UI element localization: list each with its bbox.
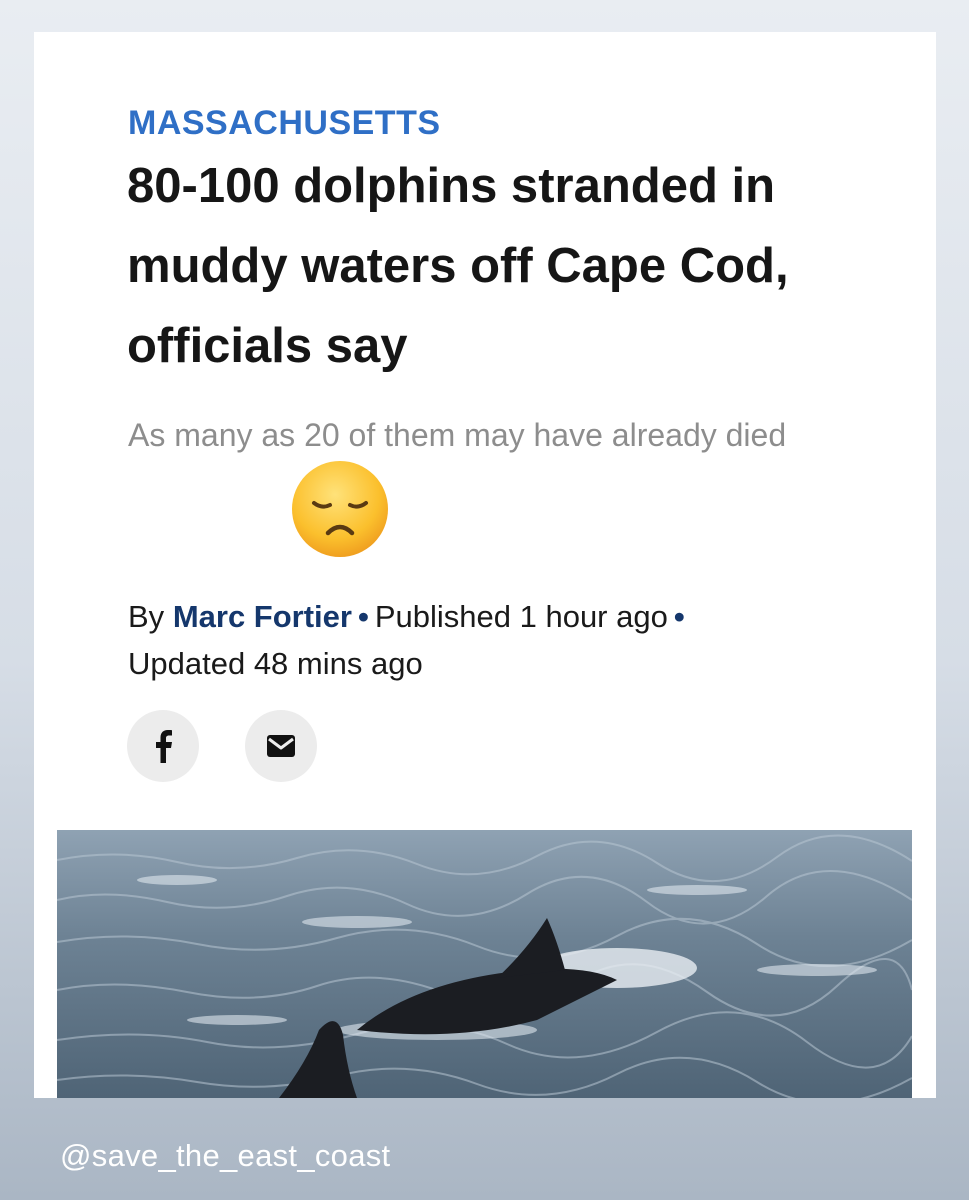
facebook-icon <box>156 730 172 763</box>
author-link[interactable]: Marc Fortier <box>173 599 352 634</box>
facebook-share-button[interactable] <box>127 710 199 782</box>
watermark-handle: @save_the_east_coast <box>60 1138 391 1173</box>
byline-prefix: By <box>128 599 165 634</box>
article-card: MASSACHUSETTS 80-100 dolphins stranded i… <box>34 32 936 1098</box>
byline-separator: • <box>357 599 369 634</box>
section-label[interactable]: MASSACHUSETTS <box>128 104 441 143</box>
published-time: Published 1 hour ago <box>374 599 668 634</box>
byline-separator: • <box>673 599 685 634</box>
email-share-button[interactable] <box>245 710 317 782</box>
article-photo-dolphins <box>57 830 912 1098</box>
article-headline: 80-100 dolphins stranded in muddy waters… <box>127 159 789 373</box>
updated-time: Updated 48 mins ago <box>128 646 423 681</box>
article-subheadline: As many as 20 of them may have already d… <box>128 417 787 453</box>
byline: By Marc Fortier • Published 1 hour ago • Up… <box>128 593 828 687</box>
email-icon <box>267 735 295 757</box>
disappointed-face-emoji-icon <box>290 459 390 559</box>
